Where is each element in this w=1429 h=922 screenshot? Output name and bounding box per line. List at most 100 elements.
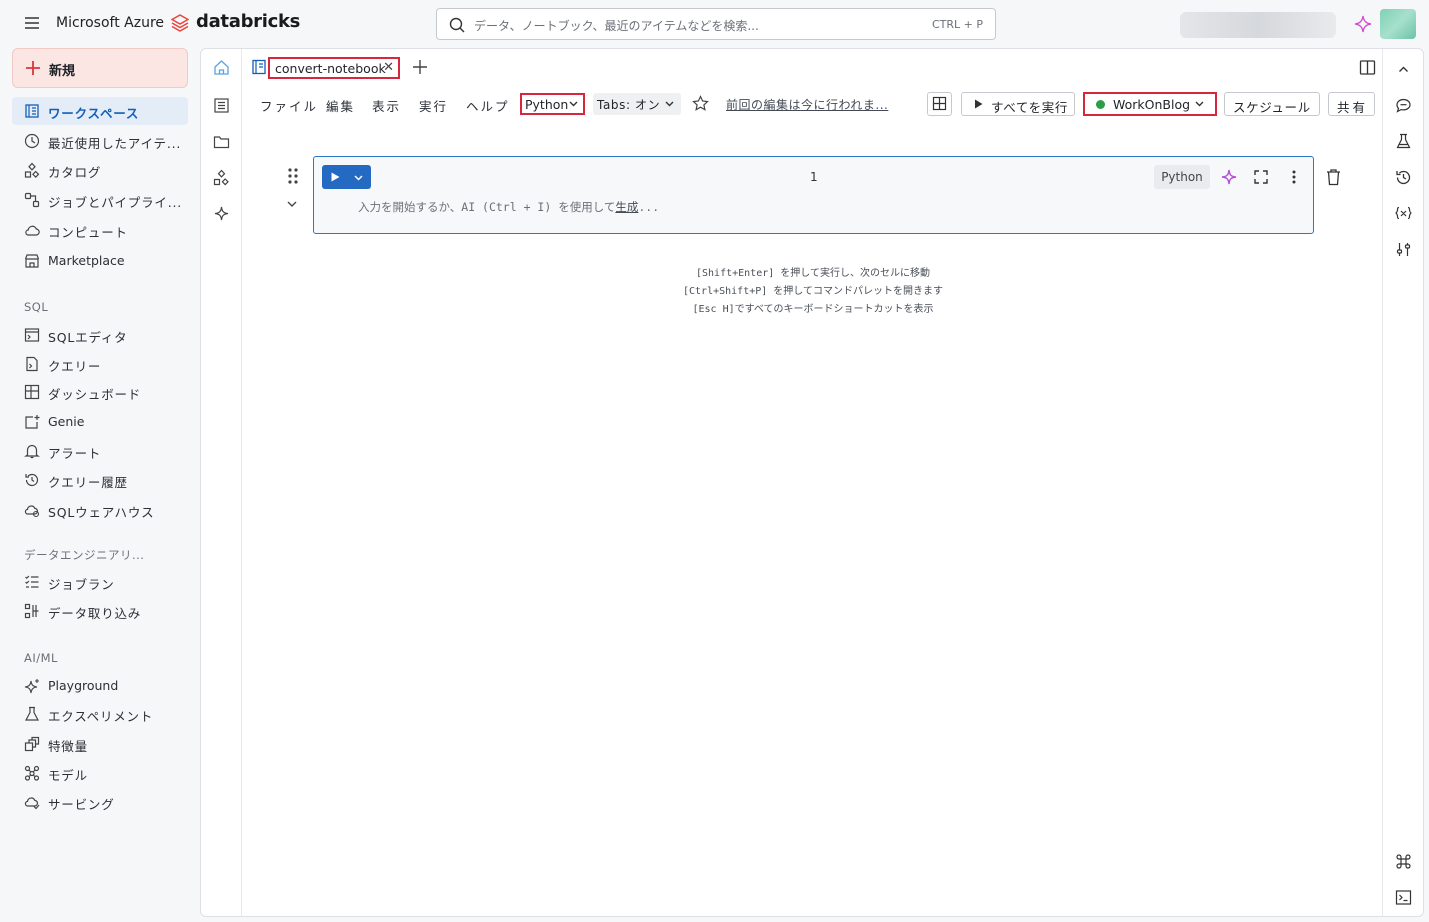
keyboard-hints: [Shift+Enter] を押して実行し、次のセルに移動 [Ctrl+Shif… (601, 265, 1025, 319)
sidebar-item-experiments[interactable]: エクスペリメント (12, 700, 188, 728)
delete-cell-trash-icon[interactable] (1325, 168, 1342, 186)
plus-icon (25, 59, 41, 77)
language-dropdown[interactable]: Python (520, 93, 585, 115)
brand-name[interactable]: databricks (196, 11, 300, 32)
experiment-flask-icon[interactable] (1395, 133, 1412, 150)
serving-icon (24, 794, 40, 810)
hamburger-menu-icon[interactable] (24, 16, 40, 30)
more-options-icon[interactable] (1286, 169, 1302, 185)
sidebar-item-sql-warehouses[interactable]: SQLウェアハウス (12, 496, 188, 524)
favorite-star-icon[interactable] (692, 95, 709, 112)
catalog-icon[interactable] (213, 169, 230, 186)
history-icon (24, 472, 40, 488)
variables-icon[interactable] (1395, 205, 1412, 222)
hint-line: [Ctrl+Shift+P] を押してコマンドパレットを開きます (682, 286, 943, 297)
sidebar-item-label: コンピュート (48, 225, 128, 240)
sidebar-item-serving[interactable]: サービング (12, 788, 188, 816)
ai-assistant-sparkle-icon[interactable] (1221, 169, 1237, 185)
settings-sliders-icon[interactable] (1395, 241, 1412, 258)
genie-icon (24, 414, 40, 430)
version-history-icon[interactable] (1395, 169, 1412, 186)
sidebar-item-job-runs[interactable]: ジョブラン (12, 568, 188, 596)
sidebar-item-features[interactable]: 特徴量 (12, 730, 188, 758)
workspace-switcher[interactable] (1180, 12, 1336, 38)
home-icon[interactable] (213, 59, 230, 76)
menu-run[interactable]: 実行 (419, 96, 448, 115)
close-icon[interactable]: ✕ (383, 60, 394, 75)
hint-line: [Esc H]ですべてのキーボードショートカットを表示 (692, 304, 934, 315)
search-input[interactable]: データ、ノートブック、最近のアイテムなどを検索... CTRL + P (436, 8, 996, 40)
assistant-icon[interactable] (213, 205, 230, 222)
section-sql: SQL (24, 300, 49, 314)
dashboard-icon (24, 384, 40, 400)
sidebar-item-alerts[interactable]: アラート (12, 437, 188, 465)
top-bar: Microsoft Azure databricks データ、ノートブック、最近… (0, 0, 1429, 48)
schedule-button[interactable]: スケジュール (1224, 92, 1320, 116)
comments-icon[interactable] (1395, 97, 1412, 114)
sidebar-item-models[interactable]: モデル (12, 759, 188, 787)
sidebar-item-workspace[interactable]: ワークスペース (12, 97, 188, 125)
right-rail (1382, 49, 1423, 916)
platform-name: Microsoft Azure (56, 15, 165, 31)
sidebar-item-query-history[interactable]: クエリー履歴 (12, 466, 188, 494)
maximize-icon[interactable] (1253, 169, 1269, 185)
tabs-setting-label: Tabs: オン (597, 98, 661, 112)
cell-number: 1 (810, 170, 818, 184)
sidebar-item-label: データ取り込み (48, 606, 142, 621)
collapse-chevron-icon[interactable] (286, 199, 298, 209)
chevron-down-icon[interactable] (354, 175, 363, 181)
share-button[interactable]: 共有 (1328, 92, 1375, 116)
sidebar-item-catalog[interactable]: カタログ (12, 156, 188, 184)
drag-handle-icon[interactable] (286, 167, 300, 185)
run-all-button[interactable]: すべてを実行 (961, 92, 1075, 116)
split-view-icon[interactable] (1359, 59, 1376, 76)
assistant-sparkle-icon[interactable] (1354, 15, 1372, 33)
layout-button[interactable] (927, 92, 952, 116)
jobs-icon (24, 192, 40, 208)
cell-code-input[interactable]: 入力を開始するか、AI (Ctrl + I) を使用して生成... (358, 199, 1258, 217)
table-of-contents-icon[interactable] (213, 97, 230, 114)
schedule-label: スケジュール (1233, 100, 1311, 115)
add-tab-icon[interactable] (412, 59, 428, 75)
sidebar-item-label: ジョブとパイプライ... (48, 195, 183, 210)
tabs-setting-dropdown[interactable]: Tabs: オン (593, 93, 681, 115)
generate-link[interactable]: 生成 (615, 200, 638, 214)
keyboard-shortcuts-command-icon[interactable] (1395, 853, 1412, 870)
job-runs-icon (24, 574, 40, 590)
sidebar-item-recents[interactable]: 最近使用したアイテ... (12, 127, 188, 155)
sidebar-item-jobs[interactable]: ジョブとパイプライ... (12, 186, 188, 214)
sidebar-item-dashboards[interactable]: ダッシュボード (12, 378, 188, 406)
terminal-icon[interactable] (1395, 889, 1412, 906)
sidebar-item-playground[interactable]: Playground (12, 672, 188, 700)
cluster-dropdown[interactable]: WorkOnBlog (1083, 92, 1217, 116)
cluster-status-dot (1096, 100, 1105, 109)
new-button[interactable]: 新規 (12, 48, 188, 88)
play-icon (331, 172, 340, 182)
menu-help[interactable]: ヘルプ (466, 96, 510, 115)
sidebar-item-marketplace[interactable]: Marketplace (12, 247, 188, 275)
menu-edit[interactable]: 編集 (326, 96, 355, 115)
sidebar-item-data-ingestion[interactable]: データ取り込み (12, 597, 188, 625)
sidebar-item-genie[interactable]: Genie (12, 408, 188, 436)
sidebar-item-sql-editor[interactable]: SQLエディタ (12, 321, 188, 349)
collapse-up-chevron-icon[interactable] (1395, 61, 1412, 78)
tab-convert-notebook[interactable]: convert-notebook ✕ (268, 57, 400, 79)
code-cell[interactable]: 1 Python 入力を開始するか、AI (Ctrl + I) を使用して生成.… (313, 156, 1314, 234)
folder-icon[interactable] (213, 133, 230, 150)
hint-line: [Shift+Enter] を押して実行し、次のセルに移動 (696, 268, 930, 279)
user-avatar[interactable] (1380, 9, 1416, 39)
sidebar-item-compute[interactable]: コンピュート (12, 216, 188, 244)
features-icon (24, 736, 40, 752)
sidebar-item-queries[interactable]: クエリー (12, 350, 188, 378)
cluster-name: WorkOnBlog (1113, 97, 1191, 112)
run-cell-button[interactable] (322, 165, 371, 189)
menu-view[interactable]: 表示 (372, 96, 401, 115)
play-icon (974, 99, 983, 109)
menu-file[interactable]: ファイル (260, 96, 318, 115)
sidebar-item-label: 特徴量 (48, 739, 88, 754)
language-label: Python (525, 97, 569, 112)
cell-language-button[interactable]: Python (1154, 165, 1210, 189)
sidebar-item-label: アラート (48, 446, 102, 461)
sidebar-item-label: Marketplace (48, 253, 125, 268)
last-edit-link[interactable]: 前回の編集は今に行われま... (726, 96, 888, 113)
